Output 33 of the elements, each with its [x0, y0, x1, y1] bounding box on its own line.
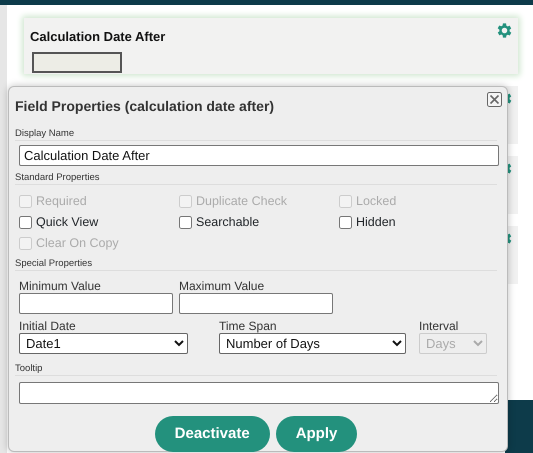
field-label: Calculation Date After: [30, 28, 166, 46]
dialog-button[interactable]: Apply: [276, 416, 358, 452]
dropdown[interactable]: Date1: [19, 333, 188, 354]
checkbox[interactable]: [179, 216, 192, 228]
section-label: Standard Properties: [15, 171, 497, 185]
field-label: Minimum Value: [19, 280, 102, 293]
tooltip-field[interactable]: [19, 382, 499, 404]
section-label: Display Name: [15, 127, 497, 141]
checkbox[interactable]: [339, 216, 352, 228]
field-label: Time Span: [219, 320, 278, 333]
footer-panel: [505, 400, 533, 453]
dropdown[interactable]: Number of Days: [219, 333, 406, 354]
checkbox-label: Clear On Copy: [36, 234, 119, 252]
section-label: Special Properties: [15, 257, 497, 271]
date-field[interactable]: [32, 52, 122, 73]
field-label: Interval: [419, 320, 460, 333]
text-field[interactable]: [19, 293, 173, 314]
text-field[interactable]: [179, 293, 333, 314]
field-label: Initial Date: [19, 320, 77, 333]
checkbox-label: Quick View: [36, 214, 98, 231]
checkbox[interactable]: [19, 216, 32, 228]
dialog-title: Field Properties (calculation date after): [15, 97, 276, 116]
checkbox-label: Duplicate Check: [196, 192, 288, 210]
section-label: Tooltip: [15, 362, 497, 376]
checkbox-label: Hidden: [356, 214, 396, 231]
display-name-field[interactable]: Calculation Date After: [19, 145, 499, 166]
close-icon[interactable]: [487, 92, 502, 107]
checkbox-label: Searchable: [196, 214, 260, 231]
checkbox-label: Required: [36, 192, 87, 210]
checkbox-label: Locked: [356, 192, 396, 210]
field-label: Maximum Value: [179, 280, 266, 293]
dialog-button[interactable]: Deactivate: [154, 416, 270, 452]
gear-icon[interactable]: [495, 21, 514, 40]
